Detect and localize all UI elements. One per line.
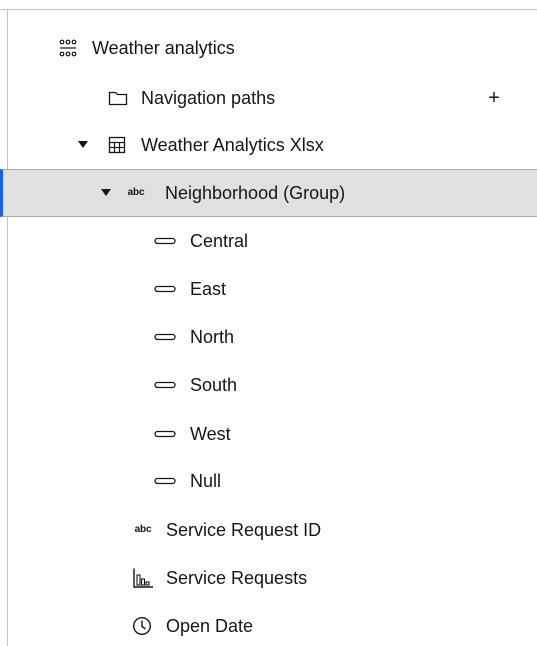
table-icon	[108, 136, 126, 154]
member-icon	[154, 284, 176, 294]
tree-item-member[interactable]: Null	[0, 461, 537, 501]
field-label: Service Request ID	[166, 520, 322, 540]
field-label: Service Requests	[166, 568, 308, 588]
member-label: West	[190, 424, 231, 444]
data-tree: Weather analytics Navigation paths + Wea…	[0, 0, 537, 646]
member-label: Central	[190, 231, 249, 251]
caret-down-icon[interactable]	[77, 139, 89, 151]
member-label: South	[190, 375, 238, 395]
tree-item-neighborhood-group[interactable]: abc Neighborhood (Group)	[0, 169, 537, 217]
data-module-icon	[58, 38, 78, 58]
tree-item-member[interactable]: North	[0, 317, 537, 357]
tree-root-label: Weather analytics	[92, 38, 235, 58]
table-label: Weather Analytics Xlsx	[141, 135, 324, 155]
text-field-icon: abc	[134, 524, 152, 535]
tree-item-service-request-id[interactable]: abc Service Request ID	[0, 510, 537, 550]
member-icon	[154, 429, 176, 439]
folder-icon	[108, 89, 128, 107]
clock-icon	[132, 616, 152, 636]
tree-item-member[interactable]: Central	[0, 221, 537, 261]
member-label: East	[190, 279, 227, 299]
tree-item-navigation-paths[interactable]: Navigation paths +	[0, 78, 537, 118]
member-icon	[154, 236, 176, 246]
field-label: Open Date	[166, 616, 254, 636]
member-icon	[154, 476, 176, 486]
tree-item-member[interactable]: West	[0, 414, 537, 454]
tree-item-weather-analytics-xlsx[interactable]: Weather Analytics Xlsx	[0, 125, 537, 165]
navigation-paths-label: Navigation paths	[141, 88, 276, 108]
tree-item-member[interactable]: East	[0, 269, 537, 309]
text-field-icon: abc	[127, 187, 145, 198]
tree-item-member[interactable]: South	[0, 365, 537, 405]
measure-icon	[132, 567, 154, 589]
member-icon	[154, 332, 176, 342]
add-navigation-path-button[interactable]: +	[486, 88, 502, 108]
caret-down-icon[interactable]	[100, 187, 112, 199]
member-label: North	[190, 327, 235, 347]
group-label: Neighborhood (Group)	[165, 183, 346, 203]
tree-root-weather-analytics[interactable]: Weather analytics	[0, 28, 537, 68]
member-icon	[154, 380, 176, 390]
tree-item-open-date[interactable]: Open Date	[0, 606, 537, 646]
tree-item-service-requests[interactable]: Service Requests	[0, 558, 537, 598]
member-label: Null	[190, 471, 222, 491]
